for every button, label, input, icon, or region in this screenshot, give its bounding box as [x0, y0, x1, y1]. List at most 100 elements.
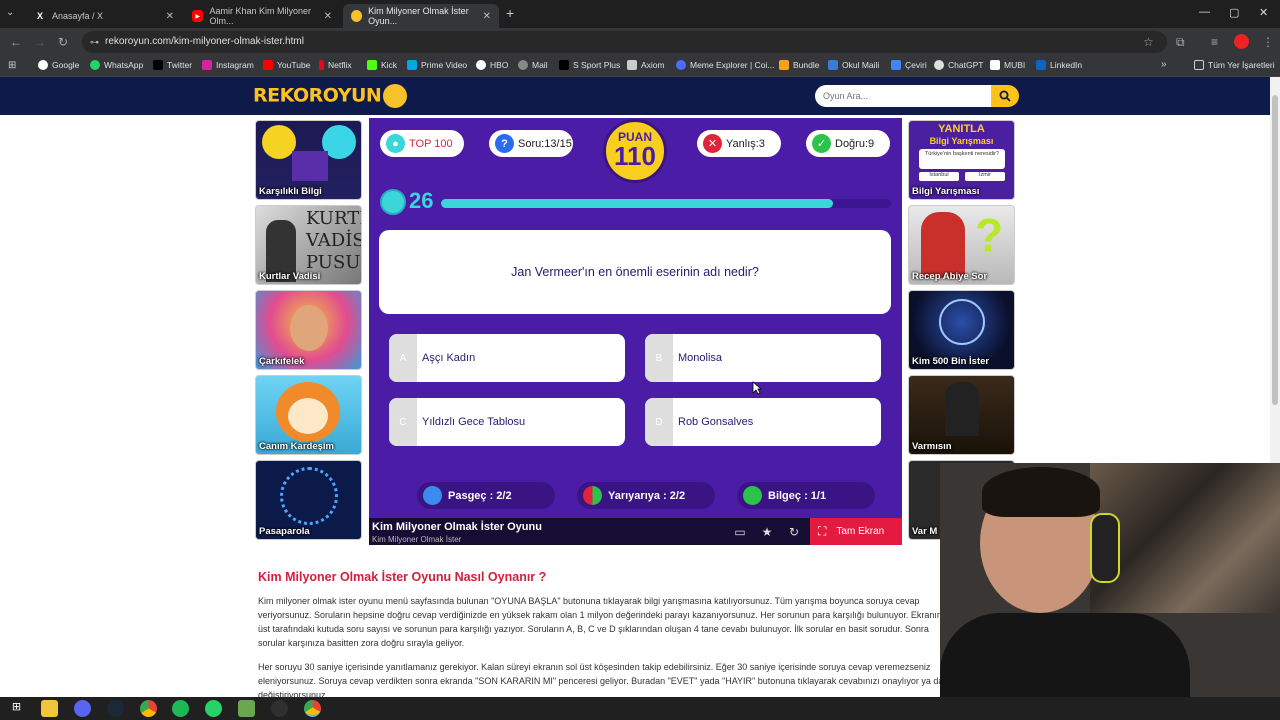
menu-icon[interactable]: ⋮ [1262, 35, 1274, 49]
chatgpt-icon [934, 60, 944, 70]
bookmark-mubi[interactable]: MUBI [990, 60, 1025, 70]
answer-c-button[interactable]: C Yıldızlı Gece Tablosu [389, 398, 625, 446]
close-icon[interactable]: ✕ [166, 11, 174, 22]
tab-youtube[interactable]: ▶ Aamir Khan Kim Milyoner Olm... ✕ [184, 4, 340, 28]
webcam-overlay [940, 463, 1280, 697]
bookmark-chatgpt[interactable]: ChatGPT [934, 60, 983, 70]
bookmark-ceviri[interactable]: Çeviri [891, 60, 927, 70]
media-icon[interactable]: ≡ [1211, 35, 1218, 49]
bookmark-google[interactable]: Google [38, 60, 79, 70]
back-icon[interactable]: ← [10, 35, 22, 49]
answer-d-button[interactable]: D Rob Gonsalves [645, 398, 881, 446]
spotify-icon[interactable] [172, 700, 189, 717]
bookmark-whatsapp[interactable]: WhatsApp [90, 60, 143, 70]
extensions-icon[interactable]: ⧉ [1176, 35, 1185, 50]
game-thumb-varmisin[interactable]: Varmısın [908, 375, 1015, 455]
bilgec-joker-button[interactable]: Bilgeç : 1/1 [737, 482, 875, 509]
bookmark-ssport[interactable]: S Sport Plus [559, 60, 620, 70]
tab-list-icon[interactable]: ⌄ [6, 7, 14, 18]
question-icon: ? [495, 134, 514, 153]
host-face-graphic [290, 305, 328, 351]
question-counter: ? Soru:13/15 [489, 130, 573, 157]
url-field[interactable]: ⊶ rekoroyun.com/kim-milyoner-olmak-ister… [82, 31, 1167, 53]
answer-a-button[interactable]: A Aşçı Kadın [389, 334, 625, 382]
bookmark-label: Mail [532, 60, 548, 70]
profile-avatar[interactable] [1234, 34, 1249, 49]
top100-button[interactable]: ● TOP 100 [380, 130, 464, 157]
search-input[interactable] [815, 85, 991, 107]
game-thumb-karsilikli-bilgi[interactable]: Karşılıklı Bilgi [255, 120, 362, 200]
bookmark-prime[interactable]: Prime Video [407, 60, 467, 70]
start-icon[interactable]: ⊞ [8, 700, 25, 717]
reload-icon[interactable]: ↻ [58, 35, 68, 49]
game-thumb-kim-500-bin-ister[interactable]: Kim 500 Bin İster [908, 290, 1015, 370]
bookmark-kick[interactable]: Kick [367, 60, 397, 70]
more-bookmarks-icon[interactable]: » [1161, 59, 1167, 70]
comment-icon[interactable]: ▭ [733, 525, 747, 539]
game-thumb-label: Bilgi Yarışması [912, 186, 980, 197]
bookmark-linkedin[interactable]: LinkedIn [1036, 60, 1082, 70]
bookmark-bundle[interactable]: Bundle [779, 60, 819, 70]
fifty-fifty-joker-button[interactable]: Yarıyarıya : 2/2 [577, 482, 715, 509]
obs-icon[interactable] [271, 700, 288, 717]
joker-label: Bilgeç : 1/1 [768, 489, 827, 502]
site-logo[interactable]: REKOROYUN [253, 84, 408, 108]
bookmark-axiom[interactable]: Axiom [627, 60, 665, 70]
minimize-icon[interactable]: — [1199, 6, 1210, 18]
bookmark-label: YouTube [277, 60, 311, 70]
bookmark-netflix[interactable]: Netflix [319, 60, 352, 70]
bookmark-twitter[interactable]: Twitter [153, 60, 192, 70]
bookmark-youtube[interactable]: YouTube [263, 60, 310, 70]
pass-joker-button[interactable]: Pasgeç : 2/2 [417, 482, 555, 509]
bookmark-mail[interactable]: Mail [518, 60, 548, 70]
file-explorer-icon[interactable] [41, 700, 58, 717]
game-thumb-pasaparola[interactable]: Pasaparola [255, 460, 362, 540]
star-icon[interactable]: ★ [760, 525, 774, 539]
bookmark-label: Google [52, 60, 80, 70]
fullscreen-label: Tam Ekran [836, 526, 885, 537]
bookmark-star-icon[interactable]: ☆ [1143, 35, 1154, 49]
apps-icon[interactable]: ⊞ [8, 60, 16, 71]
tab-x[interactable]: X Anasayfa / X ✕ [26, 4, 182, 28]
bookmark-folder-all[interactable]: Tüm Yer İşaretleri [1194, 60, 1275, 70]
search-button[interactable] [991, 85, 1019, 107]
whatsapp-icon[interactable] [205, 700, 222, 717]
chrome-active-icon[interactable] [304, 700, 321, 717]
person-body [940, 613, 1190, 697]
site-info-icon[interactable]: ⊶ [90, 31, 99, 53]
answer-b-button[interactable]: B Monolisa [645, 334, 881, 382]
bookmark-hbo[interactable]: HBO [476, 60, 508, 70]
fullscreen-icon: ⛶ [818, 524, 827, 538]
app-icon[interactable] [238, 700, 255, 717]
forward-icon[interactable]: → [34, 35, 46, 49]
bookmark-label: Netflix [328, 60, 352, 70]
game-thumb-recep-abiye-sor[interactable]: ? Recep Abiye Sor [908, 205, 1015, 285]
bookmark-meme[interactable]: Meme Explorer | Coi... [676, 60, 774, 70]
correct-count-label: Doğru:9 [835, 137, 875, 150]
close-window-icon[interactable]: ✕ [1259, 6, 1268, 19]
game-thumb-canim-kardesim[interactable]: Canım Kardeşim [255, 375, 362, 455]
game-thumb-label: Canım Kardeşim [259, 441, 334, 452]
refresh-icon[interactable]: ↻ [787, 525, 801, 539]
tab-rekoroyun[interactable]: Kim Milyoner Olmak İster Oyun... ✕ [343, 4, 499, 28]
wrong-counter: ✕ Yanlış:3 [697, 130, 781, 157]
bookmark-instagram[interactable]: Instagram [202, 60, 254, 70]
game-thumb-carkifelek[interactable]: Çarkıfelek [255, 290, 362, 370]
game-footer-bar: Kim Milyoner Olmak İster Oyunu Kim Milyo… [369, 518, 902, 545]
fullscreen-button[interactable]: ⛶ Tam Ekran [810, 518, 902, 545]
game-thumb-label: Pasaparola [259, 526, 310, 537]
bookmark-okul[interactable]: Okul Maili [828, 60, 879, 70]
close-icon[interactable]: ✕ [483, 11, 491, 22]
discord-icon[interactable] [74, 700, 91, 717]
scrollbar-thumb[interactable] [1272, 95, 1278, 405]
answer-text: Monolisa [678, 352, 723, 364]
chrome-icon[interactable] [140, 700, 157, 717]
new-tab-button[interactable]: + [506, 5, 514, 21]
thumb-option-2: İzmir [965, 172, 1005, 181]
tab-title: Anasayfa / X [52, 11, 104, 21]
game-thumb-bilgi-yarismasi[interactable]: YANITLA Bilgi Yarışması Türkiye'nin başke… [908, 120, 1015, 200]
maximize-icon[interactable]: ▢ [1229, 6, 1239, 19]
game-thumb-kurtlar-vadisi[interactable]: KURTLARVADİSİPUSU Kurtlar Vadisi [255, 205, 362, 285]
close-icon[interactable]: ✕ [324, 11, 332, 22]
steam-icon[interactable] [107, 700, 124, 717]
